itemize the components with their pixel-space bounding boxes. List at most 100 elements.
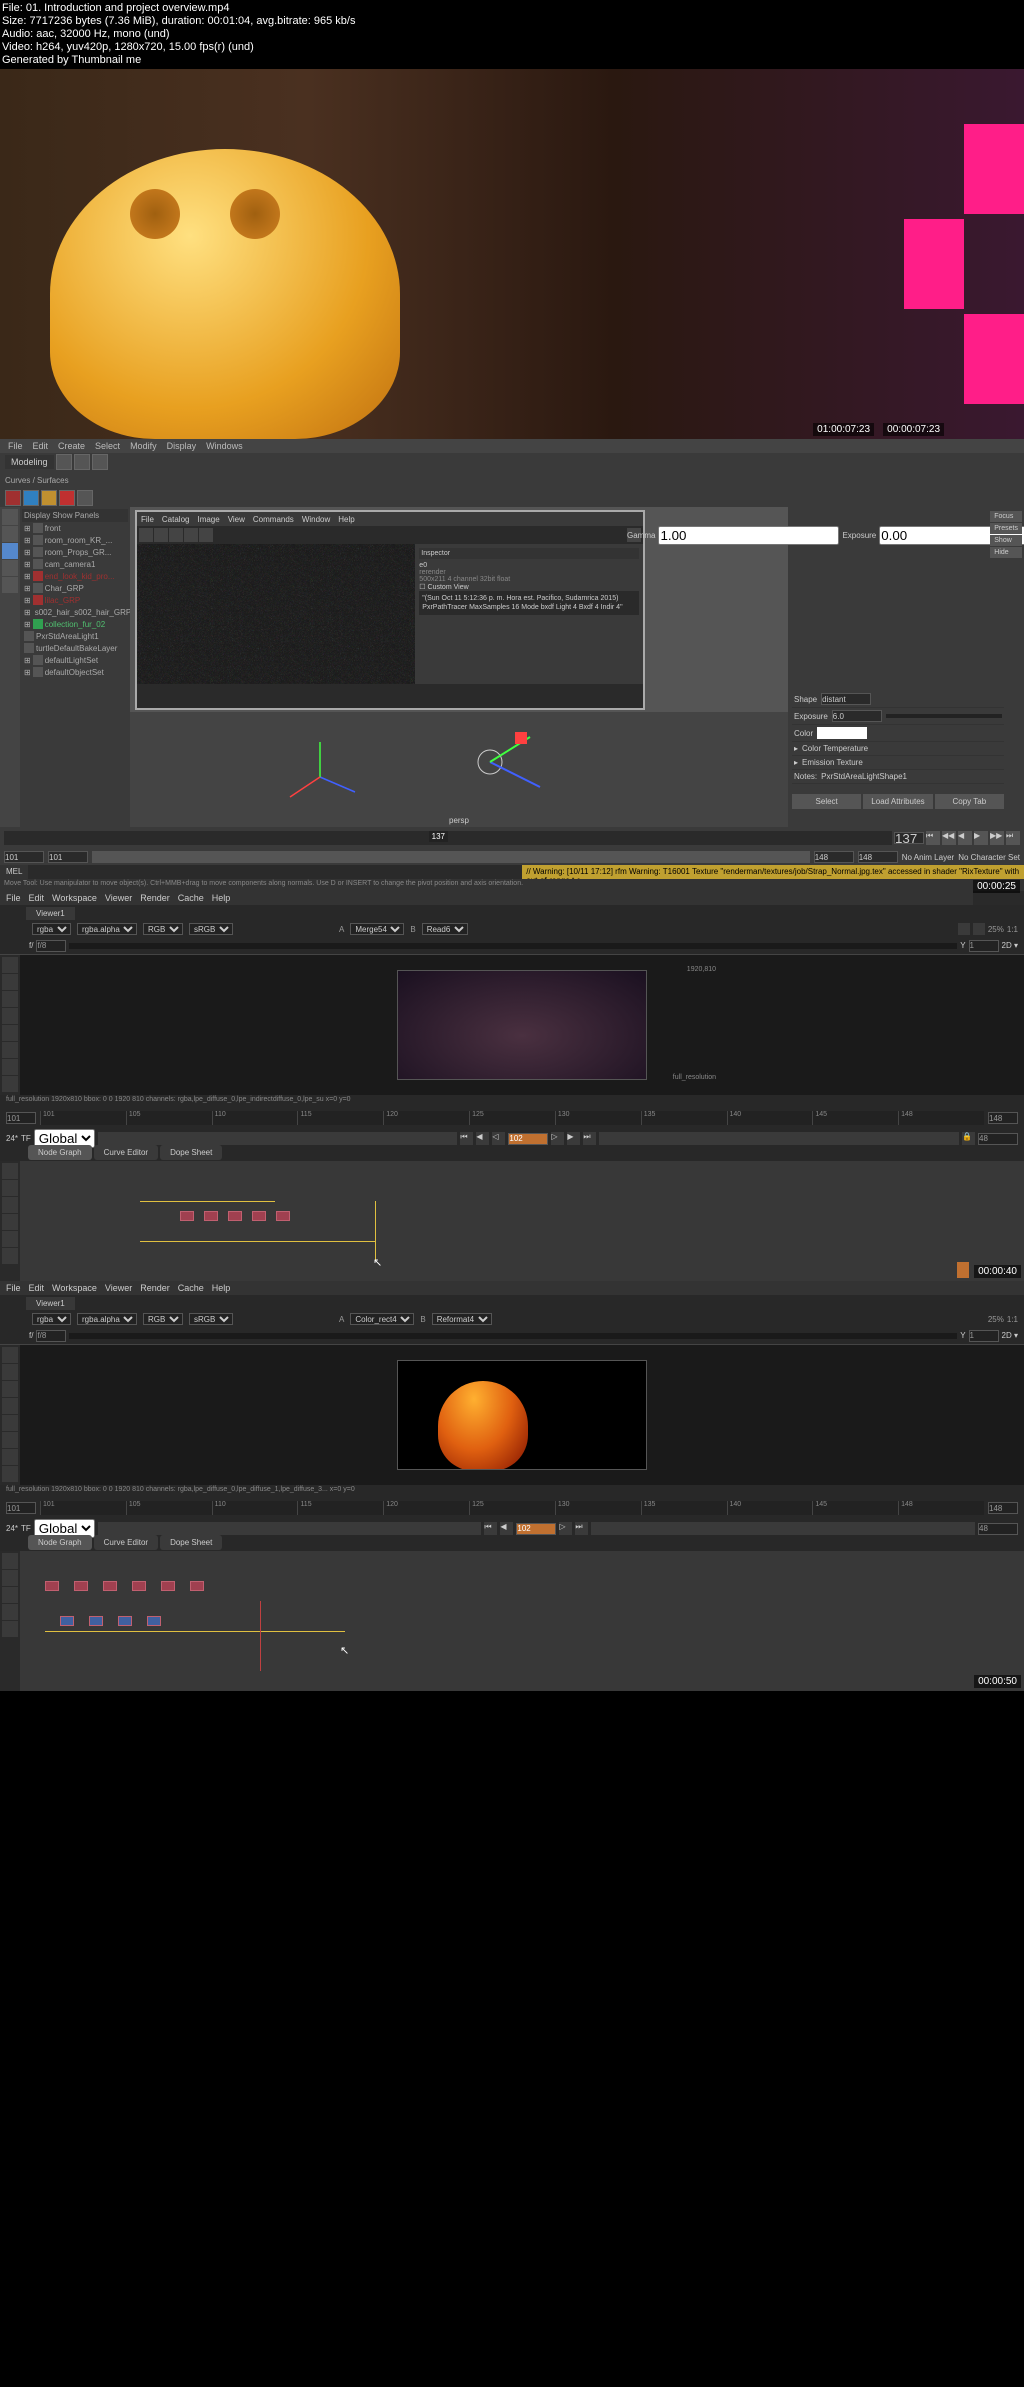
menu-create[interactable]: Create bbox=[58, 441, 85, 451]
channel-rgb[interactable]: RGB bbox=[143, 1313, 183, 1325]
menu-viewer[interactable]: Viewer bbox=[105, 893, 132, 903]
tool-move[interactable] bbox=[2, 543, 18, 559]
tl-end[interactable] bbox=[988, 1502, 1018, 1514]
y-input[interactable] bbox=[969, 1330, 999, 1342]
viewer-tool-icon[interactable] bbox=[958, 923, 970, 935]
fstop-slider[interactable] bbox=[69, 1333, 957, 1339]
ratio-value[interactable]: 1:1 bbox=[1007, 1315, 1018, 1324]
tf-label[interactable]: TF bbox=[21, 1134, 31, 1143]
outliner-item[interactable]: ⊞Char_GRP bbox=[22, 582, 128, 594]
rmenu-image[interactable]: Image bbox=[197, 515, 219, 524]
shelf-button[interactable] bbox=[56, 454, 72, 470]
rmenu-commands[interactable]: Commands bbox=[253, 515, 294, 524]
channel-srgb[interactable]: sRGB bbox=[189, 1313, 233, 1325]
tl-prev-icon[interactable]: ◀ bbox=[476, 1132, 489, 1145]
shelf-icon[interactable] bbox=[41, 490, 57, 506]
attr-exposure-value[interactable] bbox=[832, 710, 882, 722]
channel-rgb[interactable]: RGB bbox=[143, 923, 183, 935]
tl-last-icon[interactable]: ⏭ bbox=[575, 1522, 588, 1535]
menu-windows[interactable]: Windows bbox=[206, 441, 243, 451]
menu-file[interactable]: File bbox=[6, 1283, 21, 1293]
light-gizmo[interactable] bbox=[460, 727, 560, 807]
outliner-item[interactable]: ⊞cam_camera1 bbox=[22, 558, 128, 570]
perspective-view[interactable]: persp bbox=[130, 712, 788, 827]
nuke-tool-icon[interactable] bbox=[2, 1076, 18, 1092]
nuke-tool-icon[interactable] bbox=[2, 1432, 18, 1448]
menu-workspace[interactable]: Workspace bbox=[52, 893, 97, 903]
render-tool-icon[interactable] bbox=[139, 528, 153, 542]
tl-first-icon[interactable]: ⏮ bbox=[460, 1132, 473, 1145]
outliner-item[interactable]: ⊞s002_hair_s002_hair_GRP bbox=[22, 606, 128, 618]
nuke-node[interactable] bbox=[132, 1581, 146, 1591]
nuke-node[interactable] bbox=[276, 1211, 290, 1221]
menu-cache[interactable]: Cache bbox=[178, 893, 204, 903]
timeline-ruler[interactable]: 101105110115120125130135140145148 bbox=[40, 1501, 984, 1515]
viewer-tab[interactable]: Viewer1 bbox=[26, 907, 75, 920]
play-next-icon[interactable]: ▶▶ bbox=[990, 831, 1004, 845]
tool-lasso[interactable] bbox=[2, 526, 18, 542]
nuke-tool-icon[interactable] bbox=[2, 974, 18, 990]
rmenu-window[interactable]: Window bbox=[302, 515, 330, 524]
tl-next-icon[interactable]: ▶ bbox=[567, 1132, 580, 1145]
mode-dropdown[interactable]: Modeling bbox=[5, 455, 54, 469]
tab-curve-editor[interactable]: Curve Editor bbox=[94, 1535, 158, 1550]
tf-sec[interactable]: 24* bbox=[6, 1134, 18, 1143]
tab-node-graph[interactable]: Node Graph bbox=[28, 1145, 92, 1160]
attr-emission[interactable]: Emission Texture bbox=[802, 758, 863, 767]
play-prev-icon[interactable]: ◀◀ bbox=[942, 831, 956, 845]
channel-rgba[interactable]: rgba bbox=[32, 1313, 71, 1325]
nuke-node[interactable] bbox=[60, 1616, 74, 1626]
nuke-tool-icon[interactable] bbox=[2, 1197, 18, 1213]
outliner-item[interactable]: ⊞room_Props_GR... bbox=[22, 546, 128, 558]
outliner-item[interactable]: PxrStdAreaLight1 bbox=[22, 630, 128, 642]
nuke-tool-icon[interactable] bbox=[2, 1180, 18, 1196]
rmenu-file[interactable]: File bbox=[141, 515, 154, 524]
nuke-tool-icon[interactable] bbox=[2, 1587, 18, 1603]
viewer-tab[interactable]: Viewer1 bbox=[26, 1297, 75, 1310]
nuke-tool-icon[interactable] bbox=[2, 1570, 18, 1586]
mel-label[interactable]: MEL bbox=[0, 865, 28, 879]
menu-render[interactable]: Render bbox=[140, 893, 170, 903]
rmenu-view[interactable]: View bbox=[228, 515, 245, 524]
render-tool-icon[interactable] bbox=[184, 528, 198, 542]
menu-edit[interactable]: Edit bbox=[29, 893, 45, 903]
menu-display[interactable]: Display bbox=[167, 441, 197, 451]
outliner-item[interactable]: ⊞front bbox=[22, 522, 128, 534]
nuke-viewport[interactable]: 1920,810 full_resolution bbox=[20, 1345, 1024, 1485]
outliner-item[interactable]: ⊞lilac_GRP bbox=[22, 594, 128, 606]
range-start2[interactable] bbox=[48, 851, 88, 863]
timeline-end[interactable] bbox=[894, 832, 924, 844]
rmenu-catalog[interactable]: Catalog bbox=[162, 515, 190, 524]
channel-alpha[interactable]: rgba.alpha bbox=[77, 923, 137, 935]
play-start-icon[interactable]: ⏮ bbox=[926, 831, 940, 845]
tl-play-icon[interactable]: ▷ bbox=[551, 1132, 564, 1145]
y-input[interactable] bbox=[969, 940, 999, 952]
nuke-tool-icon[interactable] bbox=[2, 957, 18, 973]
viewer-tool-icon[interactable] bbox=[973, 923, 985, 935]
node-a-select[interactable]: Merge54 bbox=[350, 923, 404, 935]
render-tool-icon[interactable] bbox=[154, 528, 168, 542]
nuke-node[interactable] bbox=[118, 1616, 132, 1626]
nuke-node[interactable] bbox=[45, 1581, 59, 1591]
nuke-node[interactable] bbox=[228, 1211, 242, 1221]
outliner-item[interactable]: turtleDefaultBakeLayer bbox=[22, 642, 128, 654]
nuke-node[interactable] bbox=[204, 1211, 218, 1221]
fstop-slider[interactable] bbox=[69, 943, 957, 949]
outliner-item[interactable]: ⊞defaultLightSet bbox=[22, 654, 128, 666]
nuke-node[interactable] bbox=[147, 1616, 161, 1626]
play-back-icon[interactable]: ◀ bbox=[958, 831, 972, 845]
nuke-node[interactable] bbox=[103, 1581, 117, 1591]
tl-start[interactable] bbox=[6, 1112, 36, 1124]
btn-load-attr[interactable]: Load Attributes bbox=[863, 794, 932, 809]
nuke-node[interactable] bbox=[161, 1581, 175, 1591]
channel-rgba[interactable]: rgba bbox=[32, 923, 71, 935]
nuke-node-graph[interactable]: ↖ 00:00:50 bbox=[0, 1551, 1024, 1691]
inspector-custom[interactable]: ☐ Custom View bbox=[419, 583, 639, 591]
menu-viewer[interactable]: Viewer bbox=[105, 1283, 132, 1293]
outliner-item[interactable]: ⊞defaultObjectSet bbox=[22, 666, 128, 678]
rmenu-help[interactable]: Help bbox=[338, 515, 354, 524]
nuke-tool-icon[interactable] bbox=[2, 1059, 18, 1075]
nuke-tool-icon[interactable] bbox=[2, 1415, 18, 1431]
nuke-tool-icon[interactable] bbox=[2, 1163, 18, 1179]
nuke-node[interactable] bbox=[89, 1616, 103, 1626]
